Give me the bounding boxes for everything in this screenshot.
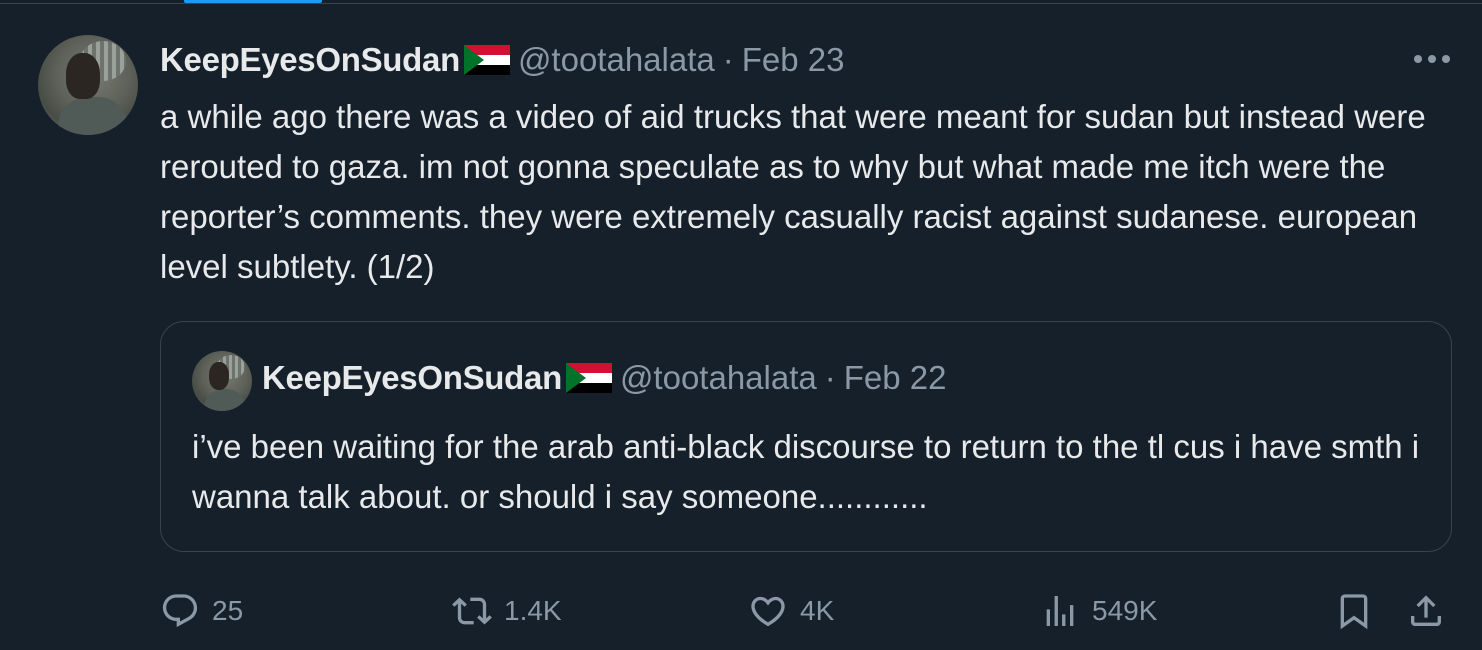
bookmark-button[interactable] <box>1334 586 1374 636</box>
retweet-count: 1.4K <box>504 595 562 626</box>
heart-icon <box>751 596 785 627</box>
reply-count: 25 <box>212 595 244 626</box>
tweet-text: a while ago there was a video of aid tru… <box>160 98 1426 285</box>
author-name[interactable]: KeepEyesOnSudan <box>160 41 460 79</box>
more-options-button[interactable] <box>1410 44 1454 74</box>
views-chart-icon <box>1046 596 1074 626</box>
like-button[interactable]: 4K <box>748 586 834 636</box>
tweet-actions: 25 1.4K 4K 549K <box>160 586 1460 636</box>
like-count: 4K <box>800 595 835 626</box>
sudan-flag-icon <box>463 45 510 75</box>
views-button[interactable]: 549K <box>1040 586 1157 636</box>
reply-icon <box>162 594 198 628</box>
tweet[interactable]: KeepEyesOnSudan @tootahalata · Feb 23 a … <box>0 0 1482 650</box>
meta-separator: · <box>824 359 836 396</box>
tweet-date[interactable]: Feb 23 <box>742 41 845 79</box>
author-handle[interactable]: @tootahalata <box>518 41 715 79</box>
quoted-avatar <box>192 351 252 411</box>
tweet-header: KeepEyesOnSudan @tootahalata · Feb 23 <box>160 38 845 82</box>
active-tab-indicator <box>184 0 322 3</box>
retweet-icon <box>452 597 492 625</box>
quoted-author-handle: @tootahalata <box>619 359 817 396</box>
quoted-author-name: KeepEyesOnSudan <box>262 359 562 396</box>
sudan-flag-icon <box>565 363 612 393</box>
more-horizontal-icon <box>1414 55 1450 63</box>
avatar[interactable] <box>38 35 138 135</box>
quoted-tweet-text: i’ve been waiting for the arab anti-blac… <box>192 428 1420 515</box>
meta-separator: · <box>722 41 734 78</box>
share-icon <box>1411 595 1441 626</box>
retweet-button[interactable]: 1.4K <box>452 586 562 636</box>
quoted-tweet[interactable]: KeepEyesOnSudan @tootahalata · Feb 22 i’… <box>160 321 1452 552</box>
bookmark-icon <box>1340 594 1368 630</box>
share-button[interactable] <box>1406 586 1446 636</box>
divider <box>0 3 1482 4</box>
views-count: 549K <box>1092 595 1158 626</box>
quoted-tweet-header: KeepEyesOnSudan @tootahalata · Feb 22 <box>262 356 947 400</box>
quoted-tweet-date: Feb 22 <box>843 359 947 396</box>
reply-button[interactable]: 25 <box>160 586 243 636</box>
